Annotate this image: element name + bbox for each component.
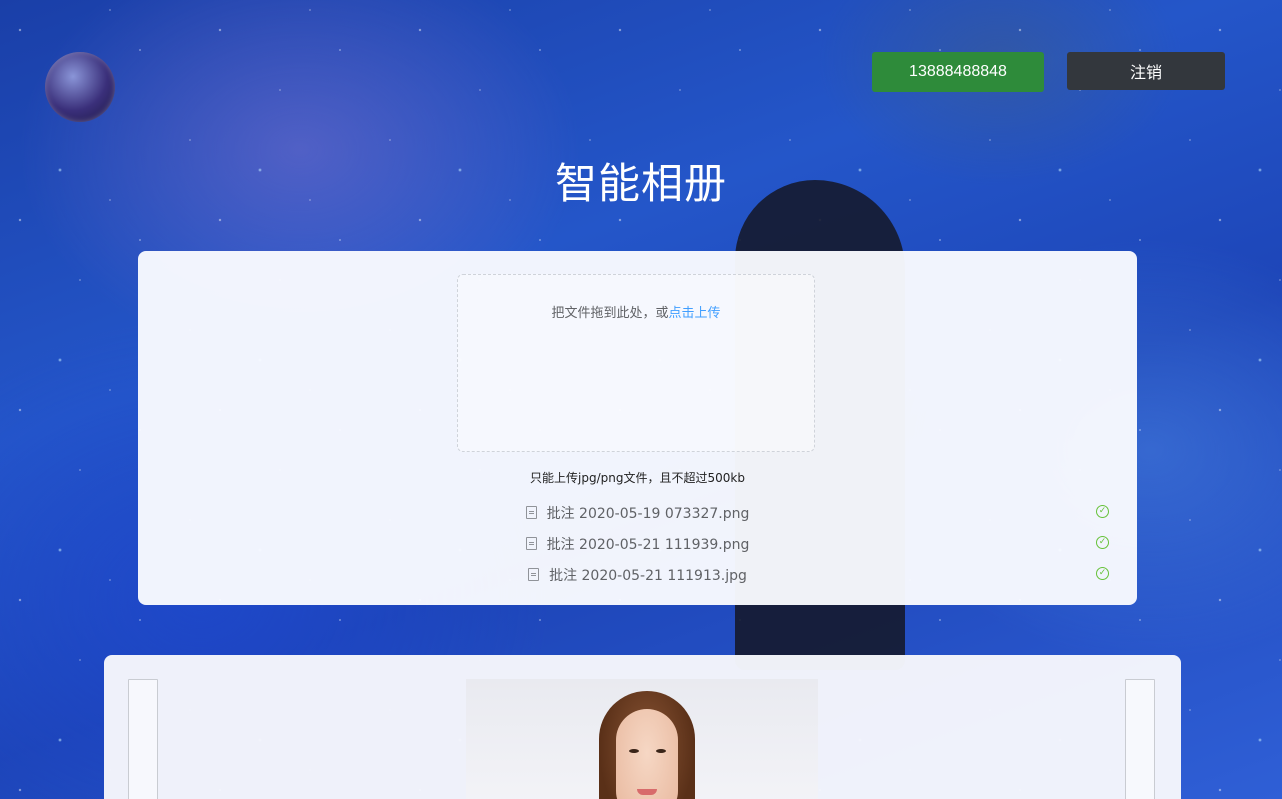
gallery-photo[interactable] bbox=[466, 679, 818, 799]
carousel-prev-button[interactable] bbox=[128, 679, 158, 799]
carousel-next-button[interactable] bbox=[1125, 679, 1155, 799]
click-upload-link[interactable]: 点击上传 bbox=[669, 306, 721, 321]
circle-check-icon: ✓ bbox=[1096, 567, 1109, 580]
document-icon bbox=[525, 537, 537, 550]
upload-card: 把文件拖到此处，或点击上传 只能上传jpg/png文件，且不超过500kb 批注… bbox=[138, 251, 1137, 605]
upload-tip: 只能上传jpg/png文件，且不超过500kb bbox=[530, 471, 745, 485]
drop-instruction: 把文件拖到此处，或 bbox=[551, 306, 669, 321]
file-item[interactable]: 批注 2020-05-19 073327.png ✓ bbox=[138, 497, 1137, 528]
user-phone-button[interactable]: 13888488848 bbox=[872, 52, 1044, 92]
file-name: 批注 2020-05-19 073327.png bbox=[546, 505, 750, 522]
photo-eye bbox=[656, 749, 666, 753]
file-item[interactable]: 批注 2020-05-21 111913.jpg ✓ bbox=[138, 559, 1137, 590]
upload-file-list: 批注 2020-05-19 073327.png ✓ 批注 2020-05-21… bbox=[138, 497, 1137, 590]
file-item[interactable]: 批注 2020-05-21 111939.png ✓ bbox=[138, 528, 1137, 559]
dropzone-text: 把文件拖到此处，或点击上传 bbox=[458, 302, 814, 321]
document-icon bbox=[528, 568, 540, 581]
upload-dropzone[interactable]: 把文件拖到此处，或点击上传 bbox=[457, 274, 815, 452]
file-name: 批注 2020-05-21 111913.jpg bbox=[549, 567, 747, 584]
circle-check-icon: ✓ bbox=[1096, 505, 1109, 518]
logout-button[interactable]: 注销 bbox=[1067, 52, 1225, 90]
file-name: 批注 2020-05-21 111939.png bbox=[546, 536, 750, 553]
photo-eye bbox=[629, 749, 639, 753]
photo-mouth bbox=[637, 789, 657, 795]
avatar[interactable] bbox=[45, 52, 115, 122]
circle-check-icon: ✓ bbox=[1096, 536, 1109, 549]
document-icon bbox=[525, 506, 537, 519]
photo-face bbox=[616, 709, 678, 799]
page-title: 智能相册 bbox=[554, 159, 727, 208]
gallery-card bbox=[104, 655, 1181, 799]
